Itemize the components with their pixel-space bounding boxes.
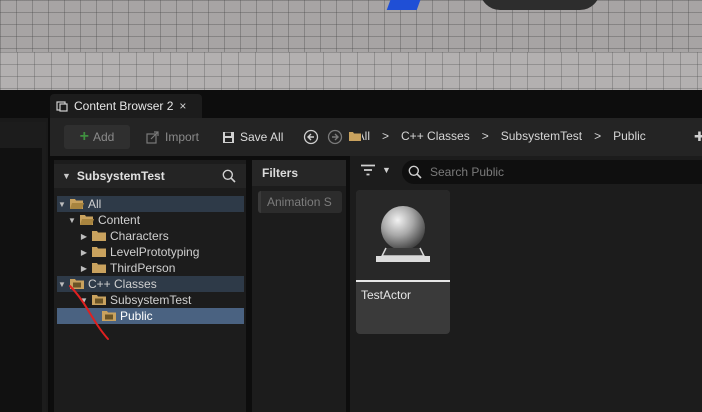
close-icon[interactable]: × (179, 99, 186, 113)
save-icon (223, 131, 234, 143)
breadcrumb: All > C++ Classes > SubsystemTest > Publ… (348, 129, 646, 143)
asset-thumbnail (356, 190, 450, 280)
level-viewport[interactable] (0, 0, 702, 90)
add-button[interactable]: + Add (64, 125, 130, 149)
tree-item-subsystemtest[interactable]: ▼ SubsystemTest (57, 292, 244, 308)
save-all-button[interactable]: Save All (222, 125, 283, 149)
filter-chip-animation[interactable]: Animation S (258, 191, 342, 213)
tree-item-label: ThirdPerson (110, 261, 176, 275)
tree-item-characters[interactable]: ▶ Characters (57, 228, 244, 244)
left-side-panel (0, 118, 50, 412)
sources-title: SubsystemTest (76, 169, 165, 183)
search-icon (408, 165, 422, 179)
breadcrumb-cpp-classes[interactable]: C++ Classes (401, 129, 470, 143)
asset-view: ▼ Search Public TestActor (350, 156, 702, 412)
left-panel-inner (0, 148, 42, 412)
filters-header: Filters (252, 160, 346, 186)
breadcrumb-subsystemtest[interactable]: SubsystemTest (501, 129, 582, 143)
back-arrow-icon[interactable] (303, 129, 319, 145)
search-input[interactable] (428, 164, 672, 180)
asset-type-divider (356, 280, 450, 282)
content-browser-toolbar: + Add Import Save All All > C++ Clas (50, 118, 702, 156)
breadcrumb-separator: > (382, 129, 390, 143)
search-field[interactable] (402, 160, 702, 184)
asset-tile[interactable]: TestActor (356, 190, 450, 334)
collapsed-arrow-icon[interactable]: ▶ (79, 264, 89, 273)
chevron-down-icon: ▼ (382, 165, 391, 175)
tree-item-levelprototyping[interactable]: ▶ LevelPrototyping (57, 244, 244, 260)
sources-panel: ▼ SubsystemTest ▼ All ▼ Content ▶ Charac… (54, 160, 246, 412)
folder-open-icon (80, 215, 94, 225)
tree-item-label: SubsystemTest (110, 293, 192, 307)
breadcrumb-all-label: All (362, 129, 370, 143)
breadcrumb-separator: > (481, 129, 489, 143)
dark-object (480, 0, 600, 10)
tree-item-label: LevelPrototyping (110, 245, 200, 259)
filters-panel: Filters Animation S (252, 160, 346, 412)
filter-icon (361, 164, 375, 176)
tab-title: Content Browser 2 (74, 99, 174, 113)
folder-open-icon (70, 199, 84, 209)
tree-item-content[interactable]: ▼ Content (57, 212, 244, 228)
tree-item-label: C++ Classes (88, 277, 157, 291)
floor-ledge (0, 52, 702, 90)
import-label: Import (165, 130, 200, 144)
search-icon[interactable] (222, 169, 236, 183)
expanded-arrow-icon[interactable]: ▼ (57, 280, 67, 289)
save-all-label: Save All (240, 130, 284, 144)
breadcrumb-public[interactable]: Public (613, 129, 646, 143)
folder-icon (92, 247, 106, 257)
tree-item-public[interactable]: Public (57, 308, 244, 324)
plus-icon: + (79, 128, 89, 145)
expanded-arrow-icon[interactable]: ▼ (67, 216, 77, 225)
folder-icon (92, 263, 106, 273)
content-browser-body: ▼ SubsystemTest ▼ All ▼ Content ▶ Charac… (50, 156, 702, 412)
tree-item-label: Content (98, 213, 141, 227)
cpp-folder-icon (92, 295, 106, 305)
collapse-caret-icon[interactable]: ▼ (62, 171, 71, 181)
settings-icon[interactable]: ✚ (694, 129, 702, 145)
folder-icon (92, 231, 106, 241)
expanded-arrow-icon[interactable]: ▼ (57, 200, 67, 209)
asset-toolbar: ▼ (350, 156, 702, 188)
breadcrumb-separator: > (594, 129, 602, 143)
breadcrumb-all[interactable]: All (348, 129, 370, 143)
forward-arrow-icon[interactable] (327, 129, 343, 145)
cpp-folder-icon (102, 311, 116, 321)
content-browser-icon (56, 101, 68, 112)
asset-name: TestActor (361, 288, 412, 302)
filter-dropdown-button[interactable]: ▼ (360, 164, 391, 176)
folder-icon (349, 132, 361, 141)
import-icon (146, 130, 159, 144)
tab-bar: Content Browser 2 × (0, 90, 702, 118)
tree-item-label: Public (120, 309, 153, 323)
tree-item-label: Characters (110, 229, 169, 243)
tree-item-thirdperson[interactable]: ▶ ThirdPerson (57, 260, 244, 276)
filter-chip-label: Animation S (267, 195, 332, 209)
add-label: Add (92, 130, 115, 144)
collapsed-arrow-icon[interactable]: ▶ (79, 248, 89, 257)
import-button[interactable]: Import (146, 125, 199, 149)
sources-header[interactable]: ▼ SubsystemTest (54, 164, 246, 188)
tree-item-all[interactable]: ▼ All (57, 196, 244, 212)
blue-cube-object (386, 0, 424, 10)
tree-item-label: All (88, 197, 102, 211)
expanded-arrow-icon[interactable]: ▼ (79, 296, 89, 305)
tab-content-browser-2[interactable]: Content Browser 2 × (50, 94, 202, 118)
actor-sphere-icon (376, 206, 430, 262)
cpp-folder-icon (70, 279, 84, 289)
collapsed-arrow-icon[interactable]: ▶ (79, 232, 89, 241)
filters-title: Filters (262, 166, 299, 180)
tree-item-cpp-classes[interactable]: ▼ C++ Classes (57, 276, 244, 292)
